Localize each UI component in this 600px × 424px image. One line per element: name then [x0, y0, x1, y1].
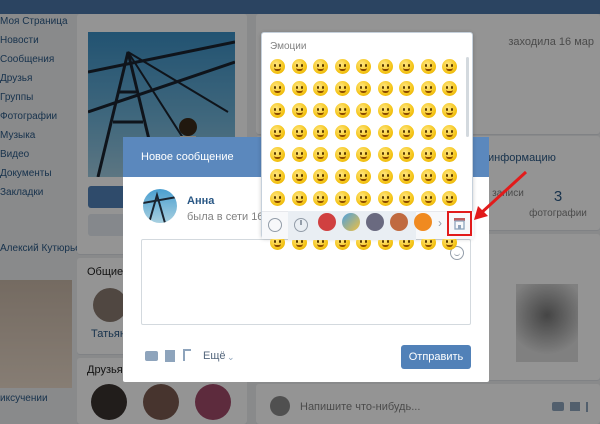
emoji-item[interactable] — [334, 103, 350, 118]
emoji-item[interactable] — [377, 59, 393, 74]
emoji-item[interactable] — [270, 147, 285, 162]
emoji-item[interactable] — [399, 191, 414, 206]
emoji-item[interactable] — [399, 103, 414, 118]
emoji-item[interactable] — [377, 125, 393, 140]
emoji-item[interactable] — [313, 59, 328, 74]
emoji-grid — [262, 33, 474, 250]
emoji-item[interactable] — [420, 191, 436, 206]
emoji-item[interactable] — [291, 81, 307, 96]
video-icon[interactable] — [165, 350, 175, 362]
sticker-pack-icon[interactable] — [366, 213, 384, 231]
chevron-down-icon[interactable]: ⌄ — [227, 352, 235, 363]
emoji-item[interactable] — [356, 59, 371, 74]
emoji-item[interactable] — [291, 125, 307, 140]
dialog-title: Новое сообщение — [141, 151, 234, 163]
emoji-item[interactable] — [356, 191, 371, 206]
emoji-item[interactable] — [356, 169, 371, 184]
emoji-scrollbar[interactable] — [466, 57, 469, 137]
emoji-item[interactable] — [442, 169, 457, 184]
emoji-item[interactable] — [291, 169, 307, 184]
recipient-name[interactable]: Анна — [187, 195, 214, 207]
emoji-item[interactable] — [420, 147, 436, 162]
emoji-item[interactable] — [313, 125, 328, 140]
clock-icon[interactable] — [294, 218, 308, 232]
emoji-item[interactable] — [356, 147, 371, 162]
send-button[interactable]: Отправить — [401, 345, 471, 369]
emoji-item[interactable] — [420, 103, 436, 118]
emoji-item[interactable] — [356, 103, 371, 118]
emoji-item[interactable] — [377, 81, 393, 96]
sticker-pack-icon[interactable] — [318, 213, 336, 231]
recipient-avatar[interactable] — [143, 189, 177, 223]
emoji-item[interactable] — [377, 147, 393, 162]
message-textarea[interactable] — [141, 239, 471, 325]
emoji-item[interactable] — [399, 169, 414, 184]
emoji-item[interactable] — [291, 103, 307, 118]
emoji-item[interactable] — [334, 169, 350, 184]
sticker-pack-icon[interactable] — [390, 213, 408, 231]
arrow-annotation — [474, 170, 528, 220]
emoji-item[interactable] — [399, 59, 414, 74]
emoji-item[interactable] — [377, 169, 393, 184]
emoji-item[interactable] — [377, 103, 393, 118]
camera-icon[interactable] — [145, 351, 158, 361]
emoji-item[interactable] — [377, 191, 393, 206]
store-icon[interactable] — [453, 217, 466, 230]
emoji-item[interactable] — [291, 147, 307, 162]
emoji-item[interactable] — [442, 59, 457, 74]
emoji-item[interactable] — [313, 191, 328, 206]
emoji-item[interactable] — [334, 81, 350, 96]
emoji-item[interactable] — [334, 125, 350, 140]
sticker-pack-icon[interactable] — [342, 213, 360, 231]
emoji-item[interactable] — [442, 191, 457, 206]
sticker-pack-icon[interactable] — [414, 213, 432, 231]
emoji-item[interactable] — [420, 81, 436, 96]
emoji-item[interactable] — [334, 59, 350, 74]
emoji-item[interactable] — [442, 81, 457, 96]
emoji-item[interactable] — [270, 59, 285, 74]
emoji-item[interactable] — [313, 81, 328, 96]
emoji-item[interactable] — [270, 103, 285, 118]
emoji-item[interactable] — [420, 125, 436, 140]
emoji-item[interactable] — [356, 125, 371, 140]
emoji-item[interactable] — [270, 81, 285, 96]
more-attachments[interactable]: Ещё — [203, 350, 226, 362]
emoji-item[interactable] — [442, 147, 457, 162]
smile-icon[interactable] — [268, 218, 282, 232]
emoji-item[interactable] — [334, 191, 350, 206]
emoji-item[interactable] — [420, 169, 436, 184]
emoji-item[interactable] — [442, 103, 457, 118]
emoji-item[interactable] — [313, 147, 328, 162]
emoji-item[interactable] — [270, 191, 285, 206]
chevron-right-icon[interactable]: › — [438, 216, 442, 230]
emoji-item[interactable] — [313, 169, 328, 184]
music-icon[interactable] — [183, 349, 191, 361]
emoji-panel: Эмоции — [261, 32, 474, 250]
emoji-item[interactable] — [399, 147, 414, 162]
emoji-item[interactable] — [420, 59, 436, 74]
emoji-item[interactable] — [399, 125, 414, 140]
emoji-item[interactable] — [399, 81, 414, 96]
emoji-item[interactable] — [270, 125, 285, 140]
emoji-item[interactable] — [356, 81, 371, 96]
emoji-item[interactable] — [291, 191, 307, 206]
emoji-item[interactable] — [313, 103, 328, 118]
emoji-item[interactable] — [442, 125, 457, 140]
emoji-item[interactable] — [270, 169, 285, 184]
emoji-item[interactable] — [334, 147, 350, 162]
emoji-item[interactable] — [291, 59, 307, 74]
